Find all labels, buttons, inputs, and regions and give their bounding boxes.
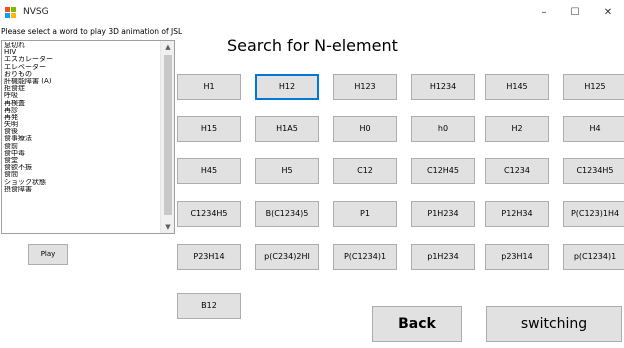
back-button[interactable]: Back [372, 306, 462, 342]
element-button-h5[interactable]: H5 [255, 158, 319, 184]
list-item[interactable]: 再診 [4, 107, 160, 114]
play-button[interactable]: Play [28, 244, 68, 265]
element-button-h1234[interactable]: H1234 [411, 74, 475, 100]
title-bar: NVSG – ☐ ✕ [0, 0, 624, 26]
element-button-h12[interactable]: H12 [255, 74, 319, 100]
element-button-p23h14[interactable]: P23H14 [177, 244, 241, 270]
list-item[interactable]: 食中毒 [4, 150, 160, 157]
list-item[interactable]: 肝機能障害 (A) [4, 78, 160, 85]
scroll-down-icon[interactable]: ▼ [161, 221, 174, 233]
word-listbox[interactable]: 息切れ HIV エスカレーター エレベーター おりもの 肝機能障害 (A) 拒食症 呼吸 再検査… [1, 40, 175, 234]
list-item[interactable]: 息切れ [4, 42, 160, 49]
maximize-button[interactable]: ☐ [563, 4, 587, 22]
list-item[interactable]: 拒食症 [4, 85, 160, 92]
element-button-p12h34[interactable]: P12H34 [485, 201, 549, 227]
element-button-h145[interactable]: H145 [485, 74, 549, 100]
list-item[interactable]: エスカレーター [4, 56, 160, 63]
element-button-h0[interactable]: h0 [411, 116, 475, 142]
element-button-p1h234[interactable]: p1H234 [411, 244, 475, 270]
element-button-p-c123-1h4[interactable]: P(C123)1H4 [563, 201, 624, 227]
list-item[interactable]: 摂食障害 [4, 186, 160, 193]
minimize-button[interactable]: – [532, 4, 556, 22]
element-button-p1h234[interactable]: P1H234 [411, 201, 475, 227]
list-item[interactable]: 食後 [4, 128, 160, 135]
element-button-p-c1234-1[interactable]: P(C1234)1 [333, 244, 397, 270]
list-item[interactable]: 再検査 [4, 100, 160, 107]
element-button-h1a5[interactable]: H1A5 [255, 116, 319, 142]
list-item[interactable]: 食事療法 [4, 135, 160, 142]
list-item[interactable]: 失明 [4, 121, 160, 128]
element-button-h125[interactable]: H125 [563, 74, 624, 100]
element-button-p-c1234-1[interactable]: p(C1234)1 [563, 244, 624, 270]
element-button-h2[interactable]: H2 [485, 116, 549, 142]
list-item[interactable]: 再発 [4, 114, 160, 121]
element-button-c12[interactable]: C12 [333, 158, 397, 184]
element-button-c1234[interactable]: C1234 [485, 158, 549, 184]
word-list: 息切れ HIV エスカレーター エレベーター おりもの 肝機能障害 (A) 拒食症 呼吸 再検査… [4, 42, 160, 193]
element-button-h4[interactable]: H4 [563, 116, 624, 142]
element-button-h15[interactable]: H15 [177, 116, 241, 142]
close-button[interactable]: ✕ [596, 4, 620, 22]
scroll-up-icon[interactable]: ▲ [161, 41, 174, 53]
list-item[interactable]: 食間 [4, 171, 160, 178]
page-title: Search for N-element [227, 36, 398, 55]
list-item[interactable]: 呼吸 [4, 92, 160, 99]
element-button-c12h45[interactable]: C12H45 [411, 158, 475, 184]
app-icon [5, 7, 17, 19]
scroll-thumb[interactable] [164, 55, 172, 215]
element-button-h0[interactable]: H0 [333, 116, 397, 142]
window-title: NVSG [23, 7, 49, 17]
element-button-b-c1234-5[interactable]: B(C1234)5 [255, 201, 319, 227]
list-item[interactable]: ショック状態 [4, 179, 160, 186]
list-item[interactable]: エレベーター [4, 64, 160, 71]
element-button-p-c234-2hi[interactable]: p(C234)2HI [255, 244, 319, 270]
prompt-label: Please select a word to play 3D animatio… [1, 27, 183, 36]
element-button-h1[interactable]: H1 [177, 74, 241, 100]
list-item[interactable]: 食欲不振 [4, 164, 160, 171]
element-button-c1234h5[interactable]: C1234H5 [563, 158, 624, 184]
vertical-scrollbar[interactable]: ▲ ▼ [160, 41, 174, 233]
element-button-b12[interactable]: B12 [177, 293, 241, 319]
list-item[interactable]: HIV [4, 49, 160, 56]
element-button-h123[interactable]: H123 [333, 74, 397, 100]
element-button-p1[interactable]: P1 [333, 201, 397, 227]
list-item[interactable]: 食堂 [4, 157, 160, 164]
list-item[interactable]: 食前 [4, 143, 160, 150]
element-button-p23h14[interactable]: p23H14 [485, 244, 549, 270]
element-button-c1234h5[interactable]: C1234H5 [177, 201, 241, 227]
list-item[interactable]: おりもの [4, 71, 160, 78]
switching-button[interactable]: switching [486, 306, 622, 342]
element-button-h45[interactable]: H45 [177, 158, 241, 184]
